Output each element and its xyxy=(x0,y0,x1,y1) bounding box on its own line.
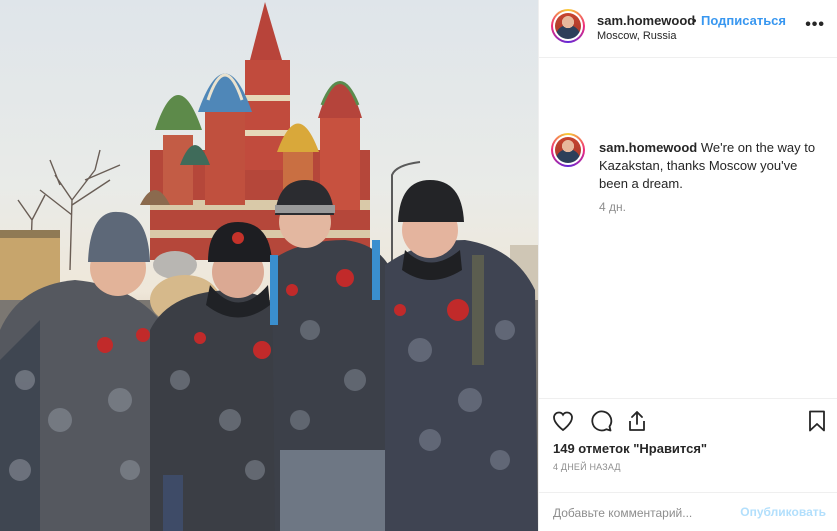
separator-dot: • xyxy=(692,13,697,28)
comment-icon[interactable] xyxy=(589,409,613,433)
post-photo[interactable] xyxy=(0,0,538,531)
post-header: sam.homewood • Подписаться Moscow, Russi… xyxy=(539,0,837,58)
actions-section: 149 отметок "Нравится" 4 ДНЕЙ НАЗАД xyxy=(539,398,837,472)
caption-avatar[interactable] xyxy=(551,133,585,167)
share-icon[interactable] xyxy=(625,409,649,433)
caption-area: sam.homewood We're on the way to Kazakst… xyxy=(539,58,837,398)
post-sidebar: sam.homewood • Подписаться Moscow, Russi… xyxy=(538,0,837,531)
more-options-icon[interactable]: ••• xyxy=(805,16,825,34)
comment-input[interactable] xyxy=(553,503,733,523)
location-link[interactable]: Moscow, Russia xyxy=(597,30,676,42)
likes-count[interactable]: 149 отметок "Нравится" xyxy=(553,441,707,456)
caption-timestamp: 4 дн. xyxy=(599,200,626,214)
follow-button[interactable]: Подписаться xyxy=(701,13,786,28)
action-bar xyxy=(539,399,837,443)
caption-username[interactable]: sam.homewood xyxy=(599,140,697,155)
publish-button[interactable]: Опубликовать xyxy=(740,505,826,519)
comment-bar: Опубликовать xyxy=(539,492,837,531)
post-date: 4 ДНЕЙ НАЗАД xyxy=(553,462,621,472)
photo-illustration xyxy=(0,2,538,531)
bookmark-icon[interactable] xyxy=(805,409,829,433)
author-username[interactable]: sam.homewood xyxy=(597,13,695,28)
caption-text: sam.homewood We're on the way to Kazakst… xyxy=(599,139,819,193)
heart-icon[interactable] xyxy=(551,409,575,433)
author-avatar[interactable] xyxy=(551,9,585,43)
